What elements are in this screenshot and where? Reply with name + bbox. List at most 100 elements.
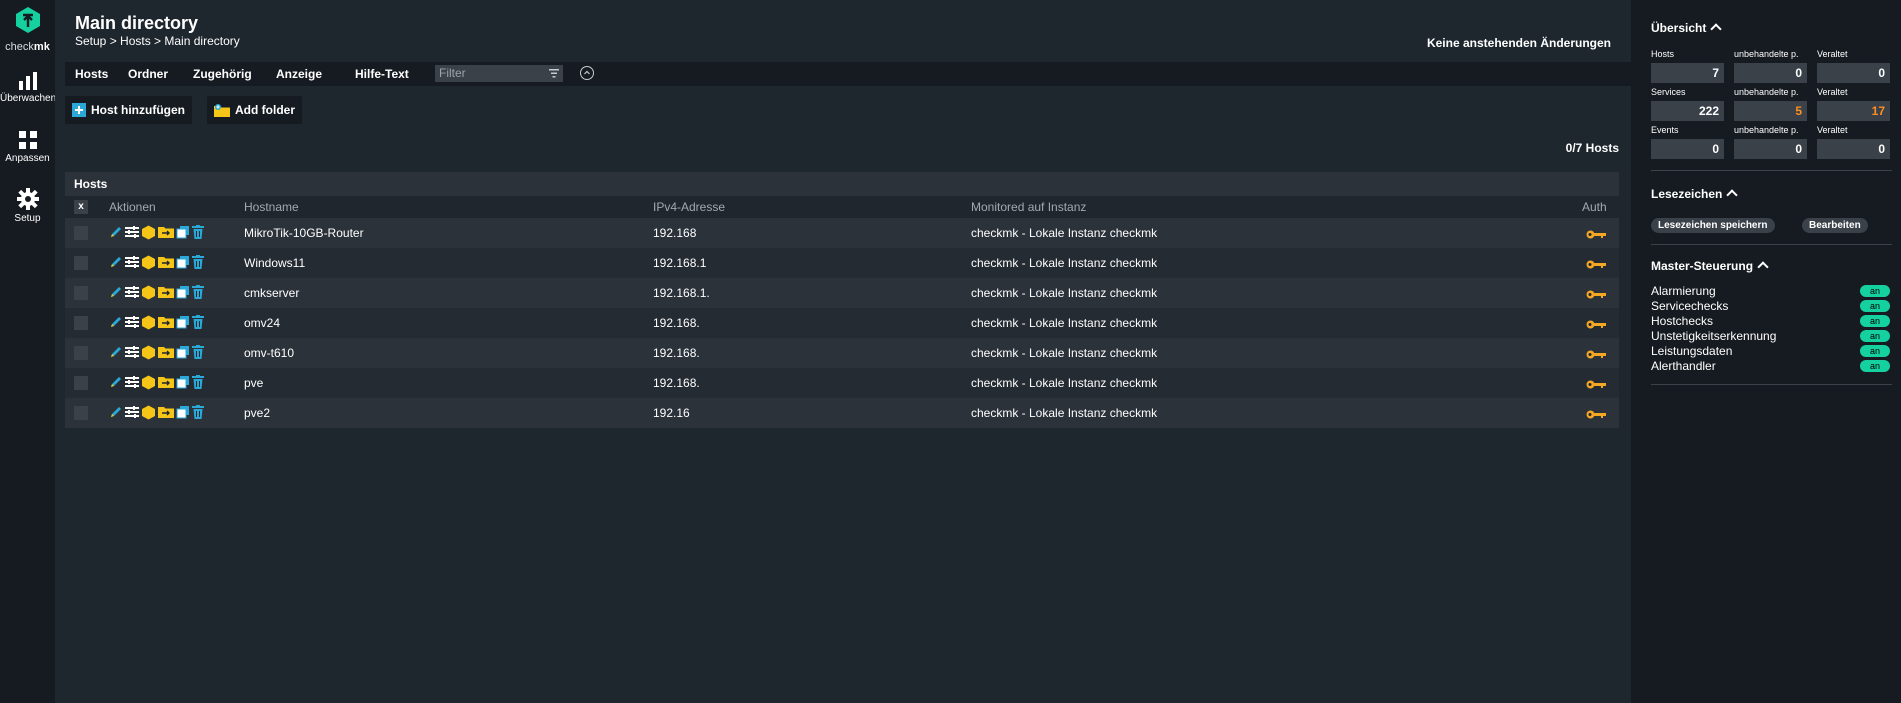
delete-trash-icon[interactable] bbox=[192, 225, 204, 240]
events-stale[interactable]: 0 bbox=[1817, 139, 1890, 159]
col-site[interactable]: Monitored auf Instanz bbox=[971, 200, 1086, 214]
master-control-toggle[interactable]: an bbox=[1860, 300, 1890, 312]
pending-changes[interactable]: Keine anstehenden Änderungen bbox=[1427, 36, 1611, 50]
services-stale[interactable]: 17 bbox=[1817, 101, 1890, 121]
move-folder-icon[interactable] bbox=[158, 375, 174, 390]
overview-title[interactable]: Übersicht bbox=[1651, 21, 1723, 35]
nav-setup[interactable]: Setup bbox=[0, 188, 55, 224]
move-folder-icon[interactable] bbox=[158, 285, 174, 300]
services-unhandled[interactable]: 5 bbox=[1734, 101, 1807, 121]
clone-icon[interactable] bbox=[176, 285, 190, 300]
master-control-toggle[interactable]: an bbox=[1860, 345, 1890, 357]
row-hostname[interactable]: MikroTik-10GB-Router bbox=[244, 226, 364, 240]
row-hostname[interactable]: omv24 bbox=[244, 316, 280, 330]
add-host-button[interactable]: Host hinzufügen bbox=[65, 96, 192, 124]
row-hostname[interactable]: omv-t610 bbox=[244, 346, 294, 360]
nav-monitor[interactable]: Überwachen bbox=[0, 72, 56, 104]
move-folder-icon[interactable] bbox=[158, 225, 174, 240]
hosts-total[interactable]: 7 bbox=[1651, 63, 1724, 83]
menu-hosts[interactable]: Hosts bbox=[75, 67, 108, 81]
master-control-toggle[interactable]: an bbox=[1860, 315, 1890, 327]
stat-label-services-unhandled: unbehandelte p. bbox=[1734, 87, 1799, 97]
filter-icon[interactable] bbox=[549, 69, 559, 78]
edit-pencil-icon[interactable] bbox=[109, 285, 123, 300]
parameters-icon[interactable] bbox=[125, 225, 139, 240]
clone-icon[interactable] bbox=[176, 315, 190, 330]
master-control-toggle[interactable]: an bbox=[1860, 285, 1890, 297]
col-hostname[interactable]: Hostname bbox=[244, 200, 299, 214]
delete-trash-icon[interactable] bbox=[192, 375, 204, 390]
services-hex-icon[interactable] bbox=[141, 375, 156, 390]
delete-trash-icon[interactable] bbox=[192, 285, 204, 300]
events-total[interactable]: 0 bbox=[1651, 139, 1724, 159]
parameters-icon[interactable] bbox=[125, 255, 139, 270]
parameters-icon[interactable] bbox=[125, 405, 139, 420]
master-control-toggle[interactable]: an bbox=[1860, 330, 1890, 342]
bookmarks-title[interactable]: Lesezeichen bbox=[1651, 187, 1739, 201]
row-checkbox[interactable] bbox=[74, 226, 88, 240]
delete-trash-icon[interactable] bbox=[192, 345, 204, 360]
clone-icon[interactable] bbox=[176, 375, 190, 390]
move-folder-icon[interactable] bbox=[158, 345, 174, 360]
services-total[interactable]: 222 bbox=[1651, 101, 1724, 121]
hosts-unhandled[interactable]: 0 bbox=[1734, 63, 1807, 83]
delete-trash-icon[interactable] bbox=[192, 405, 204, 420]
row-checkbox[interactable] bbox=[74, 346, 88, 360]
services-hex-icon[interactable] bbox=[141, 255, 156, 270]
services-hex-icon[interactable] bbox=[141, 405, 156, 420]
edit-pencil-icon[interactable] bbox=[109, 405, 123, 420]
edit-pencil-icon[interactable] bbox=[109, 345, 123, 360]
clear-selection-button[interactable]: x bbox=[74, 200, 88, 214]
row-hostname[interactable]: cmkserver bbox=[244, 286, 299, 300]
menu-folder[interactable]: Ordner bbox=[128, 67, 168, 81]
edit-pencil-icon[interactable] bbox=[109, 315, 123, 330]
edit-pencil-icon[interactable] bbox=[109, 225, 123, 240]
master-control-title[interactable]: Master-Steuerung bbox=[1651, 259, 1769, 273]
add-folder-button[interactable]: Add folder bbox=[207, 96, 302, 124]
edit-pencil-icon[interactable] bbox=[109, 375, 123, 390]
move-folder-icon[interactable] bbox=[158, 255, 174, 270]
table-row: Windows11 192.168.1 checkmk - Lokale Insta… bbox=[65, 248, 1619, 278]
hosts-stale[interactable]: 0 bbox=[1817, 63, 1890, 83]
move-folder-icon[interactable] bbox=[158, 315, 174, 330]
clone-icon[interactable] bbox=[176, 255, 190, 270]
menu-related[interactable]: Zugehörig bbox=[193, 67, 252, 81]
clone-icon[interactable] bbox=[176, 345, 190, 360]
services-hex-icon[interactable] bbox=[141, 345, 156, 360]
row-checkbox[interactable] bbox=[74, 406, 88, 420]
filter-input[interactable]: Filter bbox=[435, 65, 563, 82]
clone-icon[interactable] bbox=[176, 405, 190, 420]
breadcrumb[interactable]: Setup > Hosts > Main directory bbox=[75, 34, 240, 48]
master-control-toggle[interactable]: an bbox=[1860, 360, 1890, 372]
row-checkbox[interactable] bbox=[74, 316, 88, 330]
checkmk-logo[interactable]: checkmk bbox=[0, 6, 55, 53]
nav-customize[interactable]: Anpassen bbox=[0, 130, 55, 164]
services-hex-icon[interactable] bbox=[141, 225, 156, 240]
delete-trash-icon[interactable] bbox=[192, 315, 204, 330]
row-ipv4: 192.16 bbox=[653, 406, 690, 420]
edit-pencil-icon[interactable] bbox=[109, 255, 123, 270]
col-ipv4[interactable]: IPv4-Adresse bbox=[653, 200, 725, 214]
parameters-icon[interactable] bbox=[125, 345, 139, 360]
row-checkbox[interactable] bbox=[74, 286, 88, 300]
clone-icon[interactable] bbox=[176, 225, 190, 240]
services-hex-icon[interactable] bbox=[141, 315, 156, 330]
parameters-icon[interactable] bbox=[125, 375, 139, 390]
collapse-menu-icon[interactable] bbox=[580, 66, 594, 80]
edit-bookmarks-button[interactable]: Bearbeiten bbox=[1802, 218, 1868, 233]
move-folder-icon[interactable] bbox=[158, 405, 174, 420]
menu-help[interactable]: Hilfe-Text bbox=[355, 67, 409, 81]
save-bookmark-button[interactable]: Lesezeichen speichern bbox=[1651, 218, 1775, 233]
row-checkbox[interactable] bbox=[74, 256, 88, 270]
row-checkbox[interactable] bbox=[74, 376, 88, 390]
parameters-icon[interactable] bbox=[125, 285, 139, 300]
main-content: Main directory Setup > Hosts > Main dire… bbox=[55, 0, 1631, 703]
row-hostname[interactable]: Windows11 bbox=[244, 256, 305, 270]
parameters-icon[interactable] bbox=[125, 315, 139, 330]
row-hostname[interactable]: pve bbox=[244, 376, 263, 390]
menu-display[interactable]: Anzeige bbox=[276, 67, 322, 81]
delete-trash-icon[interactable] bbox=[192, 255, 204, 270]
services-hex-icon[interactable] bbox=[141, 285, 156, 300]
row-hostname[interactable]: pve2 bbox=[244, 406, 270, 420]
events-unhandled[interactable]: 0 bbox=[1734, 139, 1807, 159]
